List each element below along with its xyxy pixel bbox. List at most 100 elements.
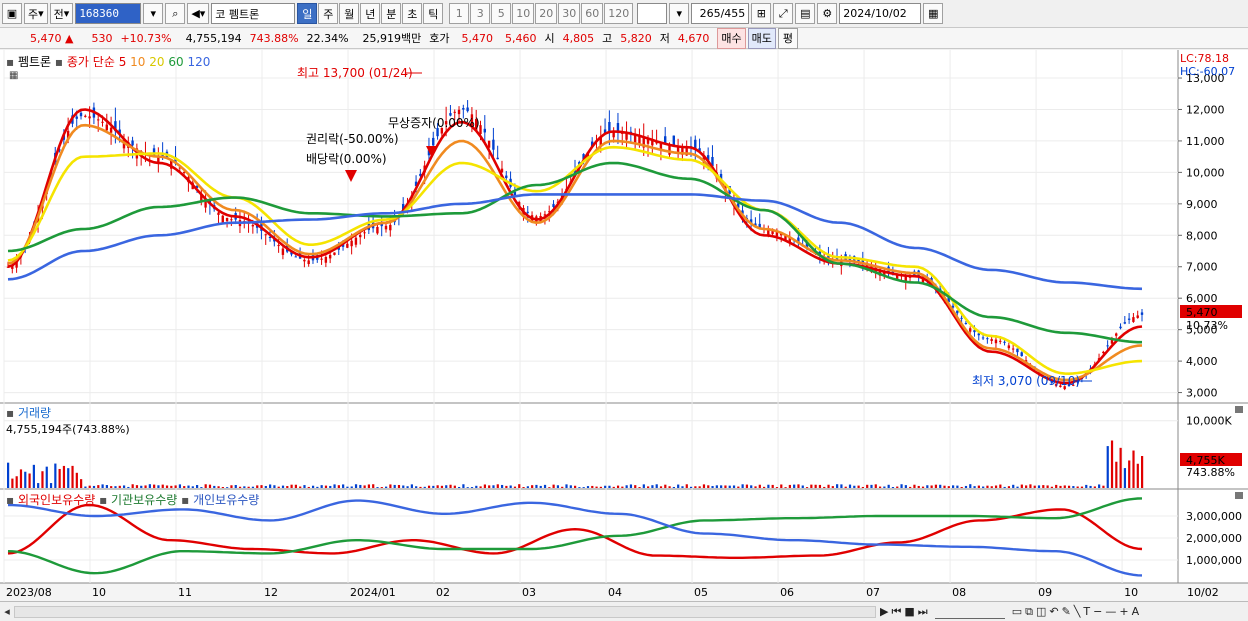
split-icon[interactable]: ◫ bbox=[1036, 605, 1046, 619]
volume-bar bbox=[569, 485, 572, 488]
speaker-icon[interactable]: ◀▾ bbox=[187, 3, 210, 24]
zoom-out-icon[interactable]: − bbox=[1093, 605, 1102, 619]
volume-bar bbox=[758, 484, 761, 488]
candle-body bbox=[1123, 322, 1127, 324]
volume-bar bbox=[496, 484, 499, 488]
volume-bar bbox=[848, 484, 852, 488]
interval-custom[interactable] bbox=[637, 3, 668, 24]
volume-bar bbox=[943, 485, 946, 488]
volume-bar bbox=[539, 485, 542, 488]
candle-body bbox=[505, 175, 508, 179]
copy-icon[interactable]: ⧉ bbox=[1025, 605, 1033, 619]
volume-bar bbox=[105, 485, 108, 488]
eval-button[interactable]: 평 bbox=[777, 27, 798, 49]
volume-bar bbox=[1025, 485, 1028, 488]
volume-bar bbox=[745, 484, 749, 488]
volume-bar bbox=[964, 485, 968, 488]
volume-bar bbox=[784, 487, 787, 488]
stop-icon[interactable]: ■ bbox=[904, 605, 914, 619]
volume-bar bbox=[788, 484, 791, 488]
interval-dropdown-icon[interactable]: ▾ bbox=[669, 3, 690, 24]
volume-bar bbox=[887, 484, 890, 488]
first-icon[interactable]: ⏮ bbox=[891, 605, 901, 619]
interval-tab-60[interactable]: 60 bbox=[581, 3, 604, 24]
volume-bar bbox=[45, 466, 48, 488]
ask-price: 5,470 bbox=[461, 31, 494, 45]
interval-tab-3[interactable]: 3 bbox=[470, 3, 491, 24]
count-box[interactable]: 265/455 bbox=[691, 3, 750, 24]
volume-bar bbox=[904, 485, 907, 488]
volume-bar bbox=[187, 485, 190, 488]
zoom-icon[interactable]: ⤢ bbox=[773, 3, 794, 24]
volume-bar bbox=[118, 485, 121, 488]
text-icon[interactable]: T bbox=[1083, 605, 1090, 619]
volume-bar bbox=[711, 486, 714, 488]
volume-bar bbox=[415, 486, 418, 488]
stock-name-box[interactable]: 코 펨트론 bbox=[211, 3, 296, 24]
period-tab-6[interactable]: 틱 bbox=[423, 3, 444, 24]
volume-bar bbox=[294, 484, 297, 488]
price-panel-settings-icon[interactable]: ▦ bbox=[9, 70, 18, 81]
sell-button[interactable]: 매도 bbox=[747, 27, 776, 49]
play-icon[interactable]: ▶ bbox=[880, 605, 888, 619]
calendar-icon[interactable]: ▦ bbox=[923, 3, 944, 24]
last-icon[interactable]: ⏭ bbox=[918, 605, 928, 619]
draw-icon[interactable]: ✎ bbox=[1062, 605, 1071, 619]
candle-body bbox=[97, 119, 100, 121]
volume-bar bbox=[1089, 485, 1092, 488]
candle-body bbox=[221, 215, 224, 223]
buy-button[interactable]: 매수 bbox=[717, 27, 746, 49]
volume-bar bbox=[952, 485, 955, 488]
volume-bar bbox=[1007, 486, 1011, 488]
code-input[interactable]: 168360 bbox=[75, 3, 142, 24]
date-input[interactable]: 2024/10/02 bbox=[839, 3, 922, 24]
volume-bar bbox=[75, 472, 78, 488]
period-tab-5[interactable]: 초 bbox=[402, 3, 423, 24]
period-tab-0[interactable]: 일 bbox=[297, 3, 318, 24]
interval-tab-1[interactable]: 1 bbox=[449, 3, 470, 24]
volume-legend: ▪ 거래량 4,755,194주(743.88%) bbox=[6, 404, 130, 437]
volume-bar bbox=[196, 485, 199, 488]
volume-bar bbox=[1080, 486, 1084, 488]
candle-body bbox=[101, 121, 104, 123]
price-tick-label-7: 6,000 bbox=[1186, 292, 1218, 305]
horizontal-scrollbar[interactable] bbox=[14, 605, 876, 618]
volume-bar bbox=[436, 485, 439, 488]
period-tab-1[interactable]: 주 bbox=[318, 3, 339, 24]
search-icon[interactable]: ⌕ bbox=[165, 3, 186, 24]
period-tab-3[interactable]: 년 bbox=[360, 3, 381, 24]
speed-slider[interactable] bbox=[934, 605, 1005, 619]
window-icon[interactable]: ▣ bbox=[2, 3, 22, 24]
code-dropdown-icon[interactable]: ▾ bbox=[143, 3, 164, 24]
interval-tab-20[interactable]: 20 bbox=[535, 3, 558, 24]
volume-bar bbox=[947, 486, 950, 488]
line-icon[interactable]: ╲ bbox=[1074, 605, 1081, 619]
candle-body bbox=[956, 310, 959, 314]
market-select[interactable]: 주 ▾ bbox=[24, 3, 48, 24]
interval-tab-10[interactable]: 10 bbox=[512, 3, 535, 24]
volume-bar bbox=[1033, 485, 1036, 488]
font-icon[interactable]: A bbox=[1132, 605, 1140, 619]
volume-bar bbox=[483, 484, 486, 488]
grid-icon[interactable]: ⊞ bbox=[751, 3, 772, 24]
interval-tab-120[interactable]: 120 bbox=[604, 3, 634, 24]
interval-tab-30[interactable]: 30 bbox=[558, 3, 581, 24]
zoom-in-icon[interactable]: + bbox=[1119, 605, 1128, 619]
scroll-left-icon[interactable]: ◂ bbox=[0, 605, 14, 618]
layout-icon[interactable]: ▭ bbox=[1012, 605, 1022, 619]
period-tab-4[interactable]: 분 bbox=[381, 3, 402, 24]
volume-bar bbox=[857, 485, 860, 488]
period-tab-2[interactable]: 월 bbox=[339, 3, 360, 24]
chart-svg[interactable]: 13,00012,00011,00010,0009,0008,0007,0006… bbox=[0, 50, 1248, 621]
volume-bar bbox=[191, 486, 194, 488]
prev-select[interactable]: 전 ▾ bbox=[49, 3, 74, 24]
last-volume-pct: 743.88% bbox=[1186, 466, 1235, 479]
save-icon[interactable]: ▤ bbox=[795, 3, 816, 24]
volume-bar bbox=[217, 486, 220, 488]
minus-icon[interactable]: — bbox=[1105, 605, 1116, 619]
interval-tab-5[interactable]: 5 bbox=[491, 3, 512, 24]
gear-icon[interactable]: ⚙ bbox=[817, 3, 838, 24]
legend-ma-120: 120 bbox=[183, 55, 211, 69]
x-tick-label-4: 2024/01 bbox=[350, 586, 396, 599]
undo-icon[interactable]: ↶ bbox=[1049, 605, 1058, 619]
